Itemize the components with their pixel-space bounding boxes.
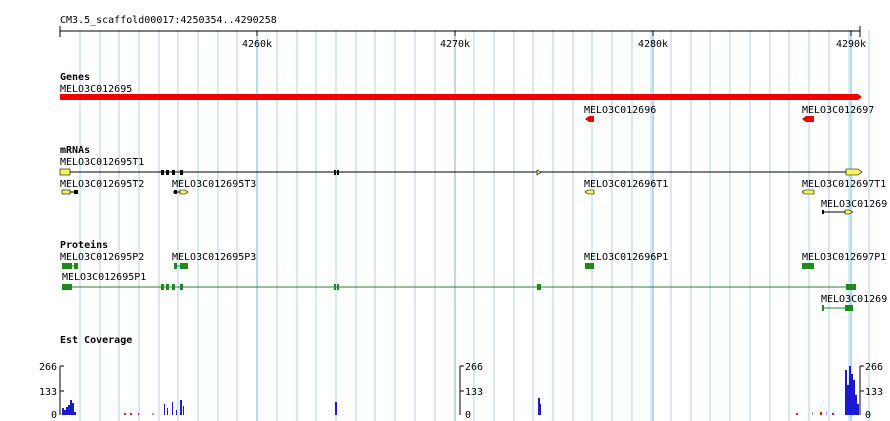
location-label: CM3.5_scaffold00017:4250354..4290258: [60, 15, 277, 26]
scale-label: 0: [865, 410, 871, 421]
scale-label: 133: [39, 387, 57, 398]
exon[interactable]: [845, 168, 863, 176]
cds-block[interactable]: [334, 284, 336, 290]
coverage-noise: [152, 412, 827, 415]
gene-glyph[interactable]: [802, 116, 814, 122]
mrna-label: MELO3C012696T1: [584, 179, 668, 190]
scale-label: 0: [51, 410, 57, 421]
exon[interactable]: [822, 210, 824, 214]
protein-feature[interactable]: MELO3C012695P1: [62, 272, 856, 290]
coverage-scale: 266 133 0: [459, 362, 483, 421]
cds-block[interactable]: [846, 284, 856, 290]
scale-label: 266: [465, 362, 483, 373]
coverage-scale: 266 133 0: [859, 362, 883, 421]
mrna-label: MELO3C012695T2: [60, 179, 144, 190]
protein-label: MELO3C012696P1: [584, 252, 668, 263]
mrna-label: MELO3C012695T1: [60, 157, 144, 168]
mrna-feature[interactable]: MELO3C012695T1: [59, 157, 863, 176]
mrna-label: MELO3C012695T3: [172, 179, 256, 190]
gene-label: MELO3C012697: [802, 105, 874, 116]
scale-label: 133: [865, 387, 883, 398]
genes-track: Genes MELO3C012695 MELO3C012696 MELO3C01…: [60, 72, 874, 122]
exon[interactable]: [584, 189, 595, 195]
cds-block[interactable]: [161, 284, 164, 290]
cds-block[interactable]: [845, 305, 853, 311]
protein-feature[interactable]: MELO3C012695P3: [172, 252, 256, 269]
gene-glyph[interactable]: [585, 116, 594, 122]
cds-block[interactable]: [166, 284, 169, 290]
mrnas-track-title: mRNAs: [60, 145, 90, 156]
scale-label: 0: [465, 410, 471, 421]
exon[interactable]: [74, 190, 78, 194]
exon[interactable]: [180, 170, 183, 175]
ruler-tick-label: 4260k: [242, 39, 272, 50]
protein-feature[interactable]: MELO3C01269: [821, 294, 887, 311]
mrna-label: MELO3C012697T1: [802, 179, 886, 190]
gene-glyph[interactable]: [60, 94, 858, 100]
cds-block[interactable]: [74, 263, 78, 269]
exon[interactable]: [161, 170, 164, 175]
gene-label: MELO3C012695: [60, 84, 132, 95]
cds-block[interactable]: [337, 284, 339, 290]
cds-block[interactable]: [802, 263, 814, 269]
mrna-feature[interactable]: MELO3C012695T2: [60, 179, 144, 195]
exon[interactable]: [179, 189, 189, 195]
exon[interactable]: [166, 170, 169, 175]
gene-feature[interactable]: MELO3C012695: [60, 84, 862, 100]
cds-block[interactable]: [62, 263, 72, 269]
exon[interactable]: [61, 189, 71, 195]
cds-block[interactable]: [537, 284, 541, 290]
protein-label: MELO3C01269: [821, 294, 887, 305]
genes-track-title: Genes: [60, 72, 90, 83]
coverage-noise: [124, 412, 834, 415]
exon[interactable]: [337, 170, 339, 175]
gene-feature[interactable]: MELO3C012697: [802, 105, 874, 122]
exon[interactable]: [801, 189, 815, 195]
coverage-scale: 266 133 0: [39, 362, 64, 421]
cds-block[interactable]: [174, 263, 177, 269]
cds-block[interactable]: [180, 284, 183, 290]
exon[interactable]: [536, 169, 542, 176]
scale-label: 133: [465, 387, 483, 398]
protein-label: MELO3C012697P1: [802, 252, 886, 263]
protein-feature[interactable]: MELO3C012695P2: [60, 252, 144, 269]
protein-label: MELO3C012695P1: [62, 272, 146, 283]
strand-arrow-icon: [858, 94, 862, 100]
exon[interactable]: [172, 170, 175, 175]
gene-feature[interactable]: MELO3C012696: [584, 105, 656, 122]
scale-label: 266: [865, 362, 883, 373]
ruler-tick-label: 4290k: [836, 39, 866, 50]
cds-block[interactable]: [822, 305, 824, 311]
exon[interactable]: [174, 190, 177, 194]
exon[interactable]: [334, 170, 336, 175]
est-track-title: Est Coverage: [60, 335, 132, 346]
est-coverage-track: Est Coverage 266 133 0 266 133 0 266 133…: [39, 335, 883, 421]
exon[interactable]: [59, 168, 71, 176]
exon[interactable]: [844, 209, 854, 215]
ruler-tick-label: 4280k: [638, 39, 668, 50]
protein-feature[interactable]: MELO3C012696P1: [584, 252, 668, 269]
gene-label: MELO3C012696: [584, 105, 656, 116]
cds-block[interactable]: [180, 263, 188, 269]
protein-label: MELO3C012695P3: [172, 252, 256, 263]
ruler: CM3.5_scaffold00017:4250354..4290258 426…: [59, 15, 866, 50]
genome-browser: CM3.5_scaffold00017:4250354..4290258 426…: [0, 0, 890, 421]
cds-block[interactable]: [62, 284, 72, 290]
cds-block[interactable]: [172, 284, 175, 290]
proteins-track-title: Proteins: [60, 239, 108, 251]
mrna-feature[interactable]: MELO3C012695T3: [172, 179, 256, 195]
protein-label: MELO3C012695P2: [60, 252, 144, 263]
track-panel: CM3.5_scaffold00017:4250354..4290258 426…: [39, 15, 887, 421]
ruler-tick-label: 4270k: [440, 39, 470, 50]
mrna-feature[interactable]: MELO3C012697T1: [801, 179, 886, 195]
protein-feature[interactable]: MELO3C012697P1: [802, 252, 886, 269]
scale-label: 266: [39, 362, 57, 373]
mrna-feature[interactable]: MELO3C012696T1: [584, 179, 668, 195]
mrna-label: MELO3C01269: [821, 199, 887, 210]
mrna-feature[interactable]: MELO3C01269: [821, 199, 887, 215]
cds-block[interactable]: [585, 263, 594, 269]
